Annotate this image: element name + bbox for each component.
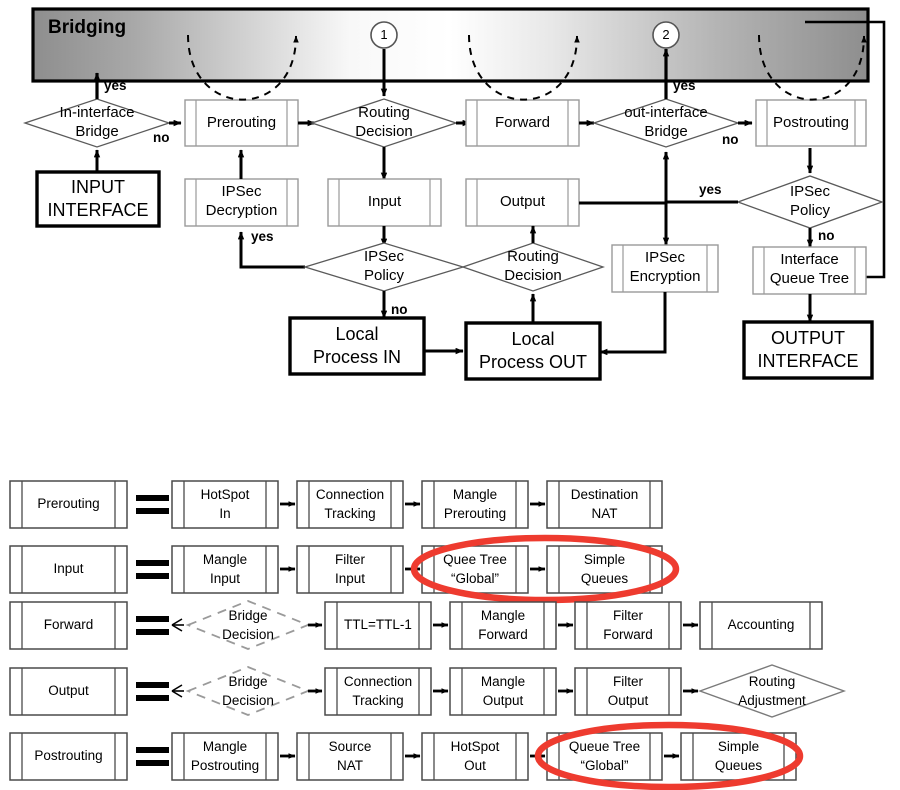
postrouting-node: [755, 99, 867, 147]
routing-decision-in-node: [309, 98, 459, 148]
edge-output-to-outbridge: [579, 151, 670, 205]
edge-ipsecpolicy-yes-to-decryption: [237, 231, 305, 269]
ipsec-policy-in-node: [302, 242, 466, 292]
packet-flow-diagram: Bridging 1 2 In-interface Bridge Routing…: [0, 0, 900, 790]
local-process-in-box: [288, 316, 426, 376]
ipsec-policy-out-node: [736, 175, 884, 229]
output-chain-node: [465, 178, 580, 227]
bridging-band: [31, 7, 870, 83]
bridging-marker-2-circle: [652, 21, 680, 49]
edge-ipsecpolicyout-yes-down: [662, 200, 738, 246]
routing-decision-out-node: [460, 242, 606, 292]
input-interface-box: [35, 170, 161, 228]
ipsec-decryption-node: [184, 178, 299, 227]
in-interface-bridge-node: [22, 98, 172, 148]
expansion-row-prerouting: [9, 480, 663, 529]
ipsec-encryption-node: [611, 244, 719, 293]
forward-node: [465, 99, 580, 147]
output-interface-box: [742, 320, 874, 380]
edge-ipsecenc-to-localout: [599, 292, 667, 356]
expansion-row-input: [9, 534, 680, 604]
out-interface-bridge-node: [591, 98, 741, 148]
expansion-row-output: [9, 664, 847, 718]
interface-queue-tree-node: [752, 246, 867, 295]
diagram-canvas: [9, 7, 886, 790]
local-process-out-box: [464, 321, 602, 381]
expansion-row-forward: [9, 600, 823, 650]
input-chain-node: [327, 178, 442, 227]
expansion-row-postrouting: [9, 721, 804, 790]
bridging-marker-1-circle: [370, 21, 398, 49]
prerouting-node: [184, 99, 299, 147]
